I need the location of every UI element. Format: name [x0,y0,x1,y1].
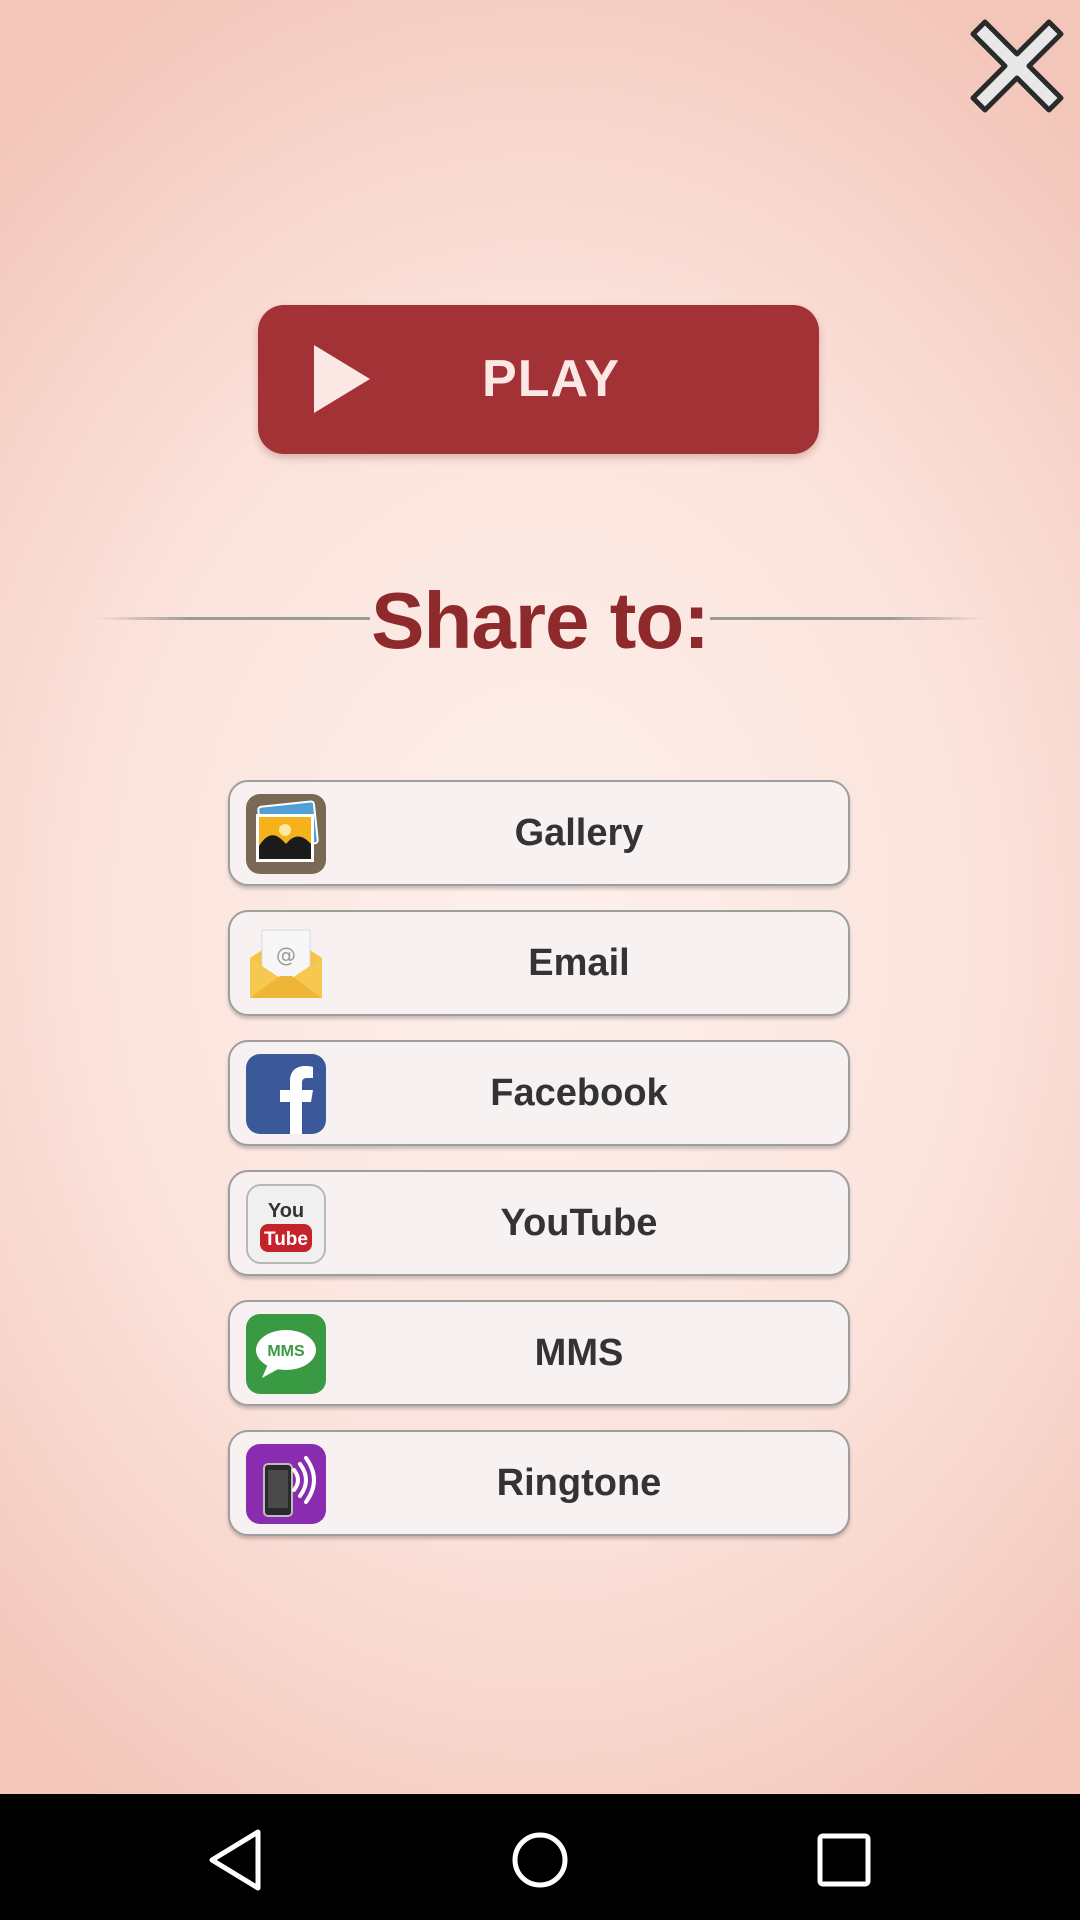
home-icon[interactable] [502,1822,578,1898]
recents-icon[interactable] [806,1822,882,1898]
share-title: Share to: [371,576,710,665]
share-ringtone-button[interactable]: Ringtone [228,1430,850,1536]
svg-text:Tube: Tube [264,1229,308,1250]
share-option-label: MMS [534,1332,624,1374]
divider-right [710,617,985,620]
back-icon[interactable] [198,1822,274,1898]
share-facebook-button[interactable]: Facebook [228,1040,850,1146]
share-youtube-button[interactable]: You Tube YouTube [228,1170,850,1276]
close-icon [970,19,1064,113]
share-email-button[interactable]: @ Email [228,910,850,1016]
share-mms-button[interactable]: MMS MMS [228,1300,850,1406]
share-option-label: Ringtone [496,1462,662,1504]
share-options-list: Gallery @ Email Facebook You Tube YouTub… [228,780,850,1560]
navigation-bar [0,1794,1080,1920]
play-button[interactable]: PLAY [258,305,819,454]
close-button[interactable] [967,14,1067,114]
divider-left [95,617,370,620]
svg-text:@: @ [276,943,296,967]
svg-text:MMS: MMS [267,1343,305,1360]
svg-text:You: You [268,1200,304,1222]
share-option-label: Email [528,942,630,984]
share-option-label: Facebook [490,1072,668,1114]
play-button-label: PLAY [482,350,620,408]
share-gallery-button[interactable]: Gallery [228,780,850,886]
share-option-label: Gallery [514,812,644,854]
share-option-label: YouTube [500,1202,658,1244]
